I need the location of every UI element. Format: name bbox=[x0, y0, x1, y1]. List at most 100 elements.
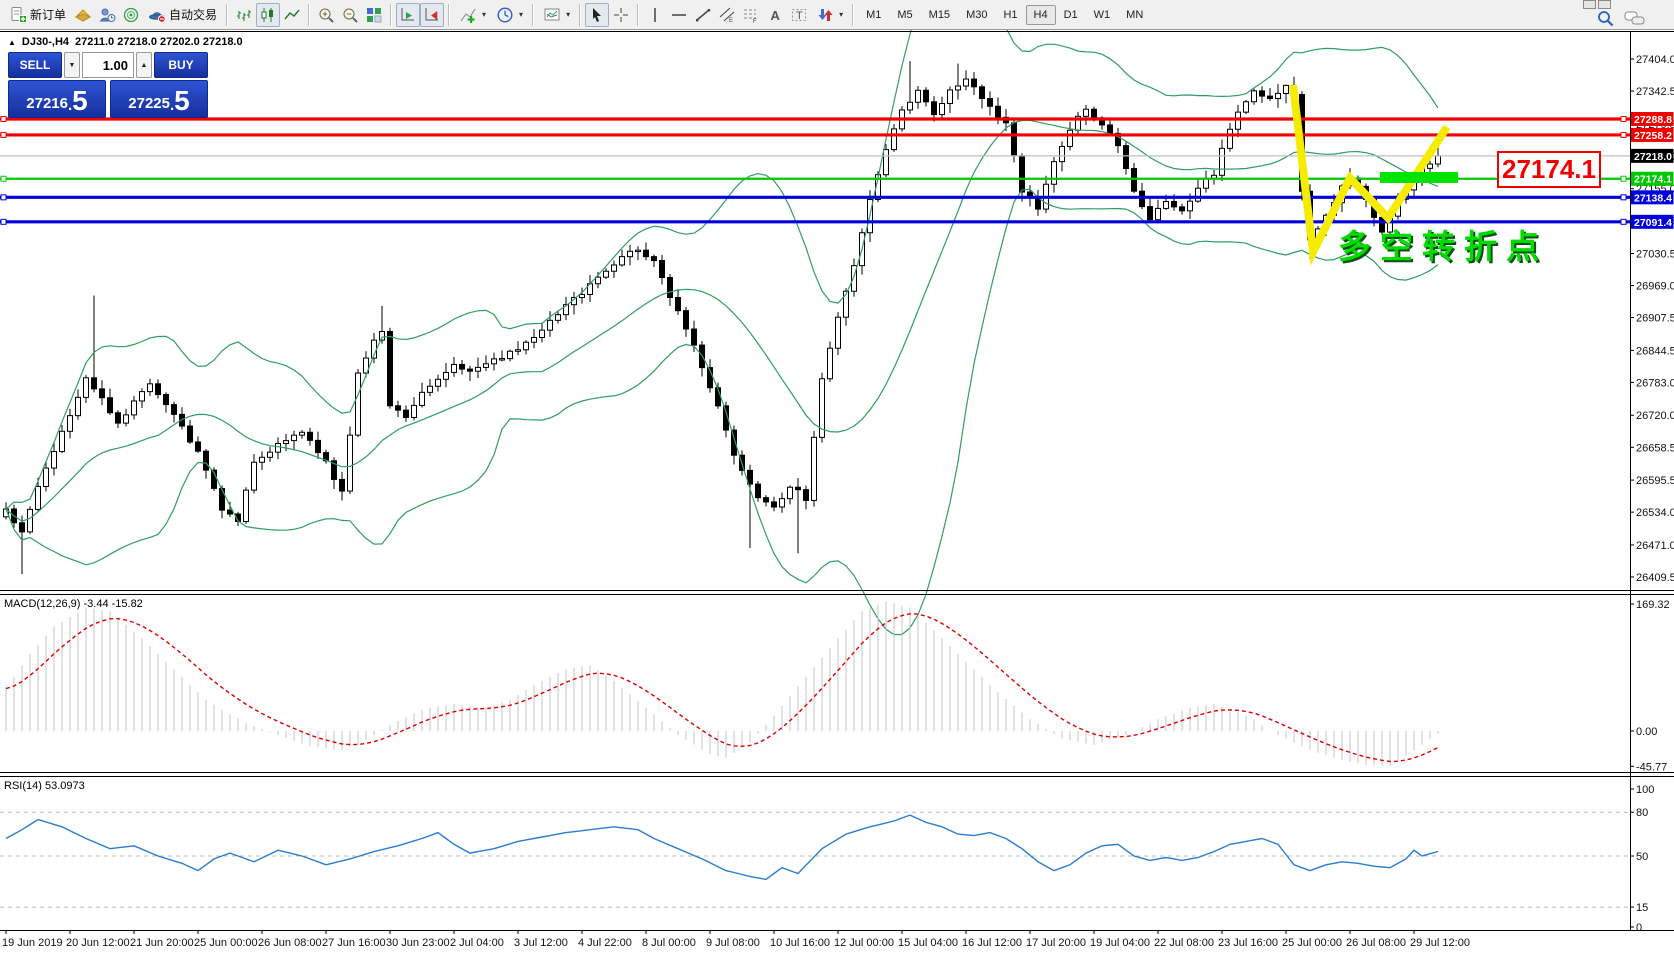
cursor-icon bbox=[588, 6, 606, 24]
toolbar-divider bbox=[226, 4, 228, 26]
svg-text:26409.5: 26409.5 bbox=[1636, 572, 1674, 584]
tf-H1[interactable]: H1 bbox=[995, 5, 1025, 25]
chat-icon[interactable] bbox=[1624, 9, 1646, 27]
buy-price-button[interactable]: 27225.5 bbox=[110, 80, 208, 118]
candlestick-mode-button[interactable] bbox=[256, 3, 280, 27]
svg-text:80: 80 bbox=[1636, 807, 1648, 819]
text-a-icon: A bbox=[766, 6, 784, 24]
vertical-line-tool[interactable] bbox=[643, 3, 667, 27]
toolbar-divider bbox=[579, 4, 581, 26]
svg-text:10 Jul 16:00: 10 Jul 16:00 bbox=[770, 937, 830, 949]
svg-text:21 Jun 20:00: 21 Jun 20:00 bbox=[130, 937, 194, 949]
market-watch-button[interactable] bbox=[95, 3, 119, 27]
svg-text:20 Jun 12:00: 20 Jun 12:00 bbox=[66, 937, 130, 949]
text-tool[interactable]: A bbox=[763, 3, 787, 27]
svg-text:50: 50 bbox=[1636, 851, 1648, 863]
tf-H4[interactable]: H4 bbox=[1026, 5, 1056, 25]
toolbar-divider bbox=[308, 4, 310, 26]
svg-text:8 Jul 00:00: 8 Jul 00:00 bbox=[642, 937, 696, 949]
search-icon[interactable] bbox=[1596, 9, 1614, 27]
shapes-tool[interactable]: ▾ bbox=[811, 3, 848, 27]
chart-shift-icon bbox=[423, 6, 441, 24]
buy-button[interactable]: BUY bbox=[154, 52, 208, 78]
tf-MN[interactable]: MN bbox=[1118, 5, 1151, 25]
equidistant-channel-tool[interactable]: E bbox=[715, 3, 739, 27]
svg-text:26844.5: 26844.5 bbox=[1636, 345, 1674, 357]
autotrading-hat-icon bbox=[148, 6, 166, 24]
bar-chart-mode-button[interactable] bbox=[232, 3, 256, 27]
svg-text:26 Jul 08:00: 26 Jul 08:00 bbox=[1346, 937, 1406, 949]
auto-scroll-icon bbox=[399, 6, 417, 24]
sell-button[interactable]: SELL bbox=[8, 52, 62, 78]
fibonacci-tool[interactable]: F bbox=[739, 3, 763, 27]
text-label-icon: T bbox=[790, 6, 808, 24]
svg-text:27174.1: 27174.1 bbox=[1634, 174, 1672, 186]
indicators-button[interactable]: ▾ bbox=[454, 3, 491, 27]
sell-price-button[interactable]: 27216.5 bbox=[8, 80, 106, 118]
toolbar-divider bbox=[390, 4, 392, 26]
chart-canvas[interactable]: 27404.027342.527279.527218.027155.027093… bbox=[0, 0, 1674, 957]
turning-point-annotation[interactable]: 多空转折点 bbox=[1338, 220, 1548, 268]
autotrading-button[interactable]: 自动交易 bbox=[143, 3, 222, 27]
svg-text:27288.8: 27288.8 bbox=[1634, 114, 1672, 126]
svg-text:27030.5: 27030.5 bbox=[1636, 249, 1674, 261]
tile-windows-button[interactable] bbox=[362, 3, 386, 27]
svg-text:A: A bbox=[771, 8, 781, 23]
zoom-in-button[interactable] bbox=[314, 3, 338, 27]
auto-scroll-button[interactable] bbox=[396, 3, 420, 27]
templates-button[interactable]: ▾ bbox=[538, 3, 575, 27]
svg-text:0: 0 bbox=[1636, 922, 1642, 934]
chevron-down-icon: ▾ bbox=[519, 10, 523, 19]
zoom-in-icon bbox=[317, 6, 335, 24]
svg-text:T: T bbox=[796, 10, 803, 22]
price-callout-box[interactable]: 27174.1 bbox=[1497, 151, 1601, 188]
volume-input[interactable]: 1.00 bbox=[82, 52, 134, 78]
window-restore-button[interactable] bbox=[1583, 0, 1596, 9]
cursor-tool-button[interactable] bbox=[585, 3, 609, 27]
svg-text:23 Jul 16:00: 23 Jul 16:00 bbox=[1218, 937, 1278, 949]
tf-W1[interactable]: W1 bbox=[1086, 5, 1119, 25]
svg-text:29 Jul 12:00: 29 Jul 12:00 bbox=[1410, 937, 1470, 949]
svg-text:2 Jul 04:00: 2 Jul 04:00 bbox=[450, 937, 504, 949]
tf-D1[interactable]: D1 bbox=[1056, 5, 1086, 25]
chevron-down-icon: ▾ bbox=[566, 10, 570, 19]
svg-text:3 Jul 12:00: 3 Jul 12:00 bbox=[514, 937, 568, 949]
crosshair-tool-button[interactable] bbox=[609, 3, 633, 27]
tf-M1[interactable]: M1 bbox=[858, 5, 889, 25]
svg-text:12 Jul 00:00: 12 Jul 00:00 bbox=[834, 937, 894, 949]
svg-text:26969.0: 26969.0 bbox=[1636, 281, 1674, 293]
svg-text:F: F bbox=[753, 19, 757, 24]
svg-text:25 Jul 00:00: 25 Jul 00:00 bbox=[1282, 937, 1342, 949]
periods-button[interactable]: ▾ bbox=[491, 3, 528, 27]
buy-price-dec: 5 bbox=[174, 88, 190, 114]
new-order-button[interactable]: 新订单 bbox=[4, 3, 71, 27]
market-watch-icon bbox=[98, 6, 116, 24]
tile-windows-icon bbox=[365, 6, 383, 24]
svg-text:169.32: 169.32 bbox=[1636, 599, 1670, 611]
crosshair-icon bbox=[612, 6, 630, 24]
volume-up-button[interactable]: ▲ bbox=[136, 52, 152, 78]
line-chart-icon bbox=[283, 6, 301, 24]
zoom-out-icon bbox=[341, 6, 359, 24]
collapse-arrow-icon[interactable]: ▲ bbox=[8, 38, 16, 47]
tf-M30[interactable]: M30 bbox=[958, 5, 995, 25]
zoom-out-button[interactable] bbox=[338, 3, 362, 27]
tf-M15[interactable]: M15 bbox=[921, 5, 958, 25]
svg-text:30 Jun 23:00: 30 Jun 23:00 bbox=[386, 937, 450, 949]
horizontal-line-tool[interactable] bbox=[667, 3, 691, 27]
metaeditor-button[interactable] bbox=[71, 3, 95, 27]
fibonacci-icon: F bbox=[742, 6, 760, 24]
toolbar-divider bbox=[852, 4, 854, 26]
line-chart-mode-button[interactable] bbox=[280, 3, 304, 27]
horizontal-line-icon bbox=[670, 6, 688, 24]
vertical-line-icon bbox=[646, 6, 664, 24]
toolbar-divider bbox=[637, 4, 639, 26]
chart-shift-button[interactable] bbox=[420, 3, 444, 27]
tf-M5[interactable]: M5 bbox=[889, 5, 920, 25]
volume-down-button[interactable]: ▼ bbox=[64, 52, 80, 78]
text-label-tool[interactable]: T bbox=[787, 3, 811, 27]
window-close-button[interactable] bbox=[1598, 0, 1611, 9]
trendline-tool[interactable] bbox=[691, 3, 715, 27]
signals-button[interactable] bbox=[119, 3, 143, 27]
macd-values: -3.44 -15.82 bbox=[83, 598, 142, 610]
